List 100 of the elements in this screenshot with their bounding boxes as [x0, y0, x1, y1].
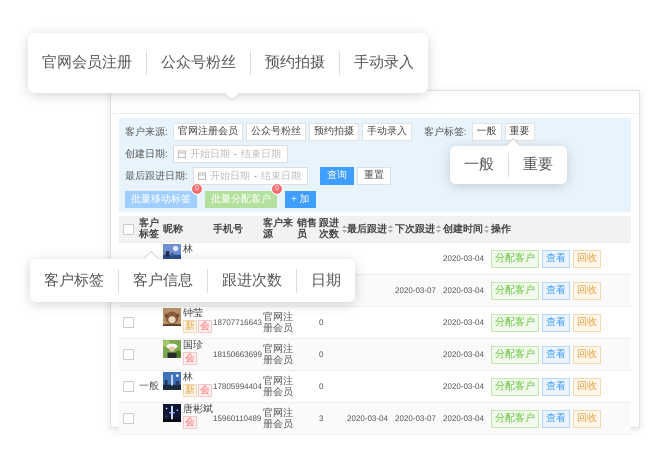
tooltip-label: 日期 [296, 268, 355, 292]
row-action-button[interactable]: 查看 [542, 410, 570, 428]
column-header: 下次跟进 [395, 224, 435, 234]
column-header: 创建时间 [443, 224, 483, 234]
search-button[interactable]: 查询 [320, 167, 354, 185]
range-separator: - [254, 170, 258, 182]
customer-badge: 新 [183, 384, 197, 397]
row-action-button[interactable]: 回收 [573, 314, 601, 332]
row-action-button[interactable]: 查看 [542, 314, 570, 332]
range-separator: - [234, 148, 238, 160]
filter-label: 最后跟进日期: [125, 170, 188, 183]
nickname-text: 钟莹 [183, 308, 204, 319]
filter-label: 客户来源: [125, 126, 168, 139]
date-input[interactable]: 结束日期 [239, 148, 284, 160]
checkbox[interactable] [123, 381, 134, 392]
tooltip-label: 公众号粉丝 [146, 51, 250, 75]
customer-badge: 会 [183, 416, 197, 429]
tooltip-label: 跟进次数 [207, 268, 296, 292]
filter-label: 创建日期: [125, 148, 168, 161]
reset-button[interactable]: 重置 [357, 167, 392, 185]
sort-icon[interactable] [436, 225, 441, 233]
calendar-icon [198, 172, 206, 180]
nickname-text: 国珍 [183, 340, 203, 351]
checkbox[interactable] [123, 317, 134, 328]
nickname-text: 林 [183, 372, 194, 383]
column-header: 昵称 [163, 224, 183, 234]
row-action-button[interactable]: 查看 [542, 378, 570, 396]
row-action-button[interactable]: 分配客户 [491, 250, 539, 268]
row-action-button[interactable]: 回收 [573, 378, 601, 396]
filter-option[interactable]: 预约拍摄 [308, 123, 359, 141]
date-input[interactable]: 结束日期 [259, 170, 304, 182]
follow-count-text: 0 [319, 350, 324, 359]
row-action-button[interactable]: 回收 [573, 346, 601, 364]
row-action-button[interactable]: 查看 [542, 282, 570, 300]
row-action-button[interactable]: 回收 [573, 410, 601, 428]
column-header: 最后跟进 [347, 224, 387, 234]
tooltip-label: 官网会员注册 [41, 53, 133, 73]
filter-option[interactable]: 公众号粉丝 [246, 123, 306, 141]
row-action-button[interactable]: 回收 [573, 282, 601, 300]
tooltip-pointer [143, 251, 159, 259]
column-header: 操作 [491, 224, 511, 234]
tooltip-label: 预约拍摄 [250, 51, 339, 75]
row-action-button[interactable]: 查看 [542, 346, 570, 364]
date-text: 2020-03-04 [347, 414, 389, 423]
filter-option[interactable]: 一般 [472, 123, 502, 141]
follow-count-text: 3 [319, 414, 324, 423]
checkbox[interactable] [123, 224, 134, 234]
filter-option[interactable]: 官网注册会员 [172, 123, 243, 141]
customer-badge: 会 [198, 384, 212, 397]
column-header: 跟进次数 [319, 218, 340, 240]
date-text: 2020-03-04 [443, 414, 485, 423]
source-text: 官网注册会员 [263, 408, 294, 430]
row-action-button[interactable]: 分配客户 [491, 346, 539, 364]
column-header: 客户标签 [139, 218, 160, 240]
tag-text: 一般 [139, 381, 160, 392]
phone-text: 18150663699 [213, 350, 263, 359]
date-input[interactable]: 开始日期 [188, 148, 232, 160]
tooltip-label: 重要 [508, 153, 567, 177]
date-input[interactable]: 开始日期 [208, 170, 252, 182]
checkbox[interactable] [123, 413, 134, 424]
filter-label: 客户标签: [424, 126, 467, 139]
filter-option[interactable]: 手动录入 [362, 123, 412, 141]
bulk-action-button[interactable]: 批量移动标签 [125, 190, 197, 208]
date-range-field[interactable]: 开始日期 - 结束日期 [172, 145, 288, 163]
date-text: 2020-03-04 [443, 382, 485, 391]
follow-count-text: 0 [319, 382, 324, 391]
row-action-button[interactable]: 回收 [573, 250, 601, 268]
tooltip-label: 一般 [463, 155, 495, 175]
source-text: 官网注册会员 [263, 312, 294, 334]
bulk-action-button[interactable]: + 加 [285, 190, 316, 208]
row-action-button[interactable]: 查看 [542, 250, 570, 268]
row-action-button[interactable]: 分配客户 [491, 314, 539, 332]
column-header: 客户来源 [263, 218, 294, 240]
phone-text: 17805994404 [213, 382, 263, 391]
bulk-action-button[interactable]: 批量分配客户 [205, 190, 277, 208]
customer-badge: 新 [183, 320, 197, 333]
date-text: 2020-03-04 [443, 254, 485, 263]
nickname-text: 唐彬斌 [183, 404, 213, 415]
date-text: 2020-03-04 [443, 286, 485, 295]
row-action-button[interactable]: 分配客户 [491, 410, 539, 428]
checkbox[interactable] [123, 349, 134, 360]
row-action-button[interactable]: 分配客户 [491, 378, 539, 396]
date-text: 2020-03-07 [395, 286, 437, 295]
source-text: 官网注册会员 [263, 344, 294, 366]
phone-text: 18707716643 [213, 318, 263, 327]
sort-icon[interactable] [342, 225, 347, 233]
tooltip-label: 客户信息 [118, 268, 207, 292]
row-action-button[interactable]: 分配客户 [491, 282, 539, 300]
calendar-icon [178, 150, 186, 158]
nickname-text: 林 [183, 244, 193, 255]
sort-icon[interactable] [484, 225, 489, 233]
follow-count-text: 0 [319, 318, 324, 327]
sort-icon[interactable] [388, 225, 393, 233]
date-text: 2020-03-04 [443, 350, 485, 359]
phone-text: 15960110489 [213, 414, 262, 423]
date-range-field[interactable]: 开始日期 - 结束日期 [192, 167, 308, 185]
date-text: 2020-03-04 [443, 318, 485, 327]
customer-badge: 会 [183, 352, 197, 365]
tooltip-label: 客户标签 [43, 270, 105, 290]
customer-badge: 会 [198, 320, 212, 333]
